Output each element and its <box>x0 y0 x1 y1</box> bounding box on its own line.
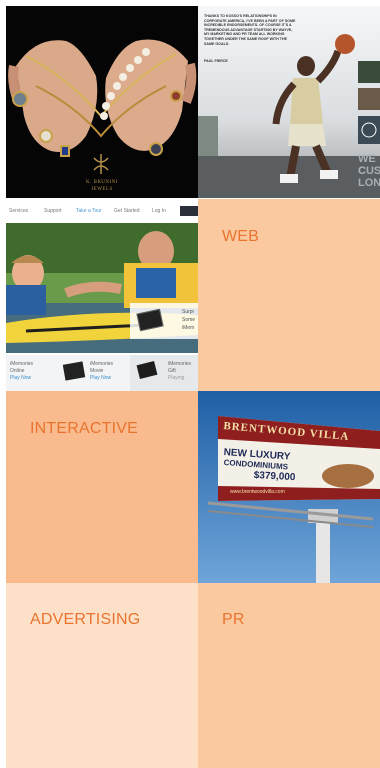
jewelry-hands-image <box>6 6 198 198</box>
promo-text-line-3: iMem <box>182 325 195 331</box>
billboard-portfolio-tile[interactable]: BRENTWOOD VILLA NEW LUXURY CONDOMINIUMS … <box>198 391 380 583</box>
product-movie[interactable]: iMemories Movie Play Now <box>90 361 130 387</box>
website-nav-get-started[interactable]: Get Started <box>114 208 140 214</box>
product-online-name: iMemories <box>10 361 34 367</box>
product-gift-icon <box>136 361 158 379</box>
product-gift-name: iMemories <box>168 361 192 367</box>
advertising-label[interactable]: ADVERTISING <box>30 611 140 629</box>
website-nav-services[interactable]: Services <box>9 208 28 214</box>
interactive-label[interactable]: INTERACTIVE <box>30 420 138 438</box>
product-movie-icon <box>62 361 86 381</box>
promo-device-icon <box>136 308 164 332</box>
promo-text-line-1: Surpr <box>182 309 195 315</box>
athlete-portfolio-tile[interactable]: THANKS TO KOSSO'S RELATIONSHIPS IN CORPO… <box>198 6 380 198</box>
pr-category-tile[interactable]: PR <box>198 583 380 768</box>
website-product-strip: iMemories Online Play Now iMemories Movi… <box>6 355 198 391</box>
product-movie-sub: Movie <box>90 368 104 374</box>
website-nav-tour[interactable]: Take a Tour <box>76 208 102 214</box>
product-online[interactable]: iMemories Online Play Now <box>10 361 70 387</box>
web-label[interactable]: WEB <box>222 228 259 246</box>
athlete-quote: THANKS TO KOSSO'S RELATIONSHIPS IN CORPO… <box>204 14 296 46</box>
website-nav-login[interactable]: Log In <box>152 208 166 214</box>
advertising-category-tile[interactable]: ADVERTISING <box>6 583 198 768</box>
jewelry-brand-name: K. BRUNINI <box>86 180 118 185</box>
product-online-sub: Online <box>10 368 25 374</box>
athlete-side-text-3: LONG <box>358 177 380 189</box>
pr-label[interactable]: PR <box>222 611 245 629</box>
product-online-action[interactable]: Play Now <box>10 375 31 381</box>
athlete-quote-author: PAUL PIERCE <box>204 59 228 63</box>
jewelry-portfolio-tile[interactable]: K. BRUNINI JEWELS <box>6 6 198 198</box>
website-portfolio-tile[interactable]: Services Support Take a Tour Get Started… <box>6 199 198 391</box>
website-nav-support[interactable]: Support <box>44 208 62 214</box>
web-category-tile[interactable]: WEB <box>198 199 380 391</box>
product-gift-panel: iMemories Gift Playing <box>130 355 198 391</box>
billboard-price: $379,000 <box>253 470 296 484</box>
product-gift-action[interactable]: Playing <box>168 375 184 381</box>
website-nav-bar: Services Support Take a Tour Get Started… <box>6 199 198 221</box>
jewelry-brand-subtitle: JEWELS <box>91 187 113 192</box>
product-movie-name: iMemories <box>90 361 114 367</box>
billboard-url: www.brentwoodvilla.com <box>230 489 285 495</box>
product-gift-sub: Gift <box>168 368 176 374</box>
website-nav-thumbnail <box>180 206 198 216</box>
athlete-side-text-2: CUST <box>358 165 380 177</box>
interactive-category-tile[interactable]: INTERACTIVE <box>6 391 198 583</box>
product-movie-action[interactable]: Play Now <box>90 375 111 381</box>
promo-text-line-2: Some <box>182 317 196 323</box>
website-promo-box[interactable]: Surpr Some iMem <box>130 303 198 339</box>
